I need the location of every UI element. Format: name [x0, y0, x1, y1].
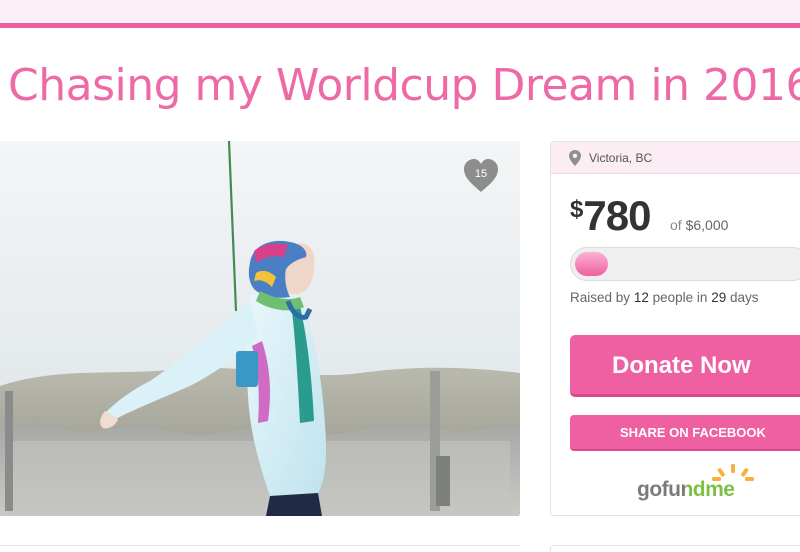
content-panel-edge	[0, 545, 520, 552]
top-accent-line	[0, 23, 800, 28]
gofundme-sun-icon	[712, 464, 754, 481]
currency-symbol: $	[570, 196, 584, 223]
campaign-photo[interactable]	[0, 141, 520, 516]
goal-value: $6,000	[685, 217, 729, 233]
raised-amount: $780	[570, 192, 651, 240]
progress-fill	[575, 252, 608, 276]
raised-by-prefix: Raised by	[570, 290, 631, 305]
people-count: 12	[633, 290, 649, 305]
goal-amount: of $6,000	[670, 217, 728, 233]
campaign-title: Chasing my Worldcup Dream in 2016	[8, 60, 800, 111]
donate-now-button[interactable]: Donate Now	[570, 335, 800, 397]
campaign-location: Victoria, BC	[589, 151, 653, 165]
campaign-photo-image	[0, 141, 520, 516]
share-facebook-button[interactable]: SHARE ON FACEBOOK	[570, 415, 800, 451]
map-pin-icon	[569, 150, 581, 166]
days-count: 29	[711, 290, 727, 305]
raised-value: 780	[583, 192, 651, 239]
sidebar-panel-edge	[550, 545, 800, 552]
goal-prefix: of	[670, 217, 682, 233]
heart-count: 15	[474, 168, 488, 180]
days-label: days	[729, 290, 759, 305]
people-label: people in	[652, 290, 708, 305]
top-banner	[0, 0, 800, 23]
raised-by-text: Raised by 12 people in 29 days	[570, 290, 759, 305]
